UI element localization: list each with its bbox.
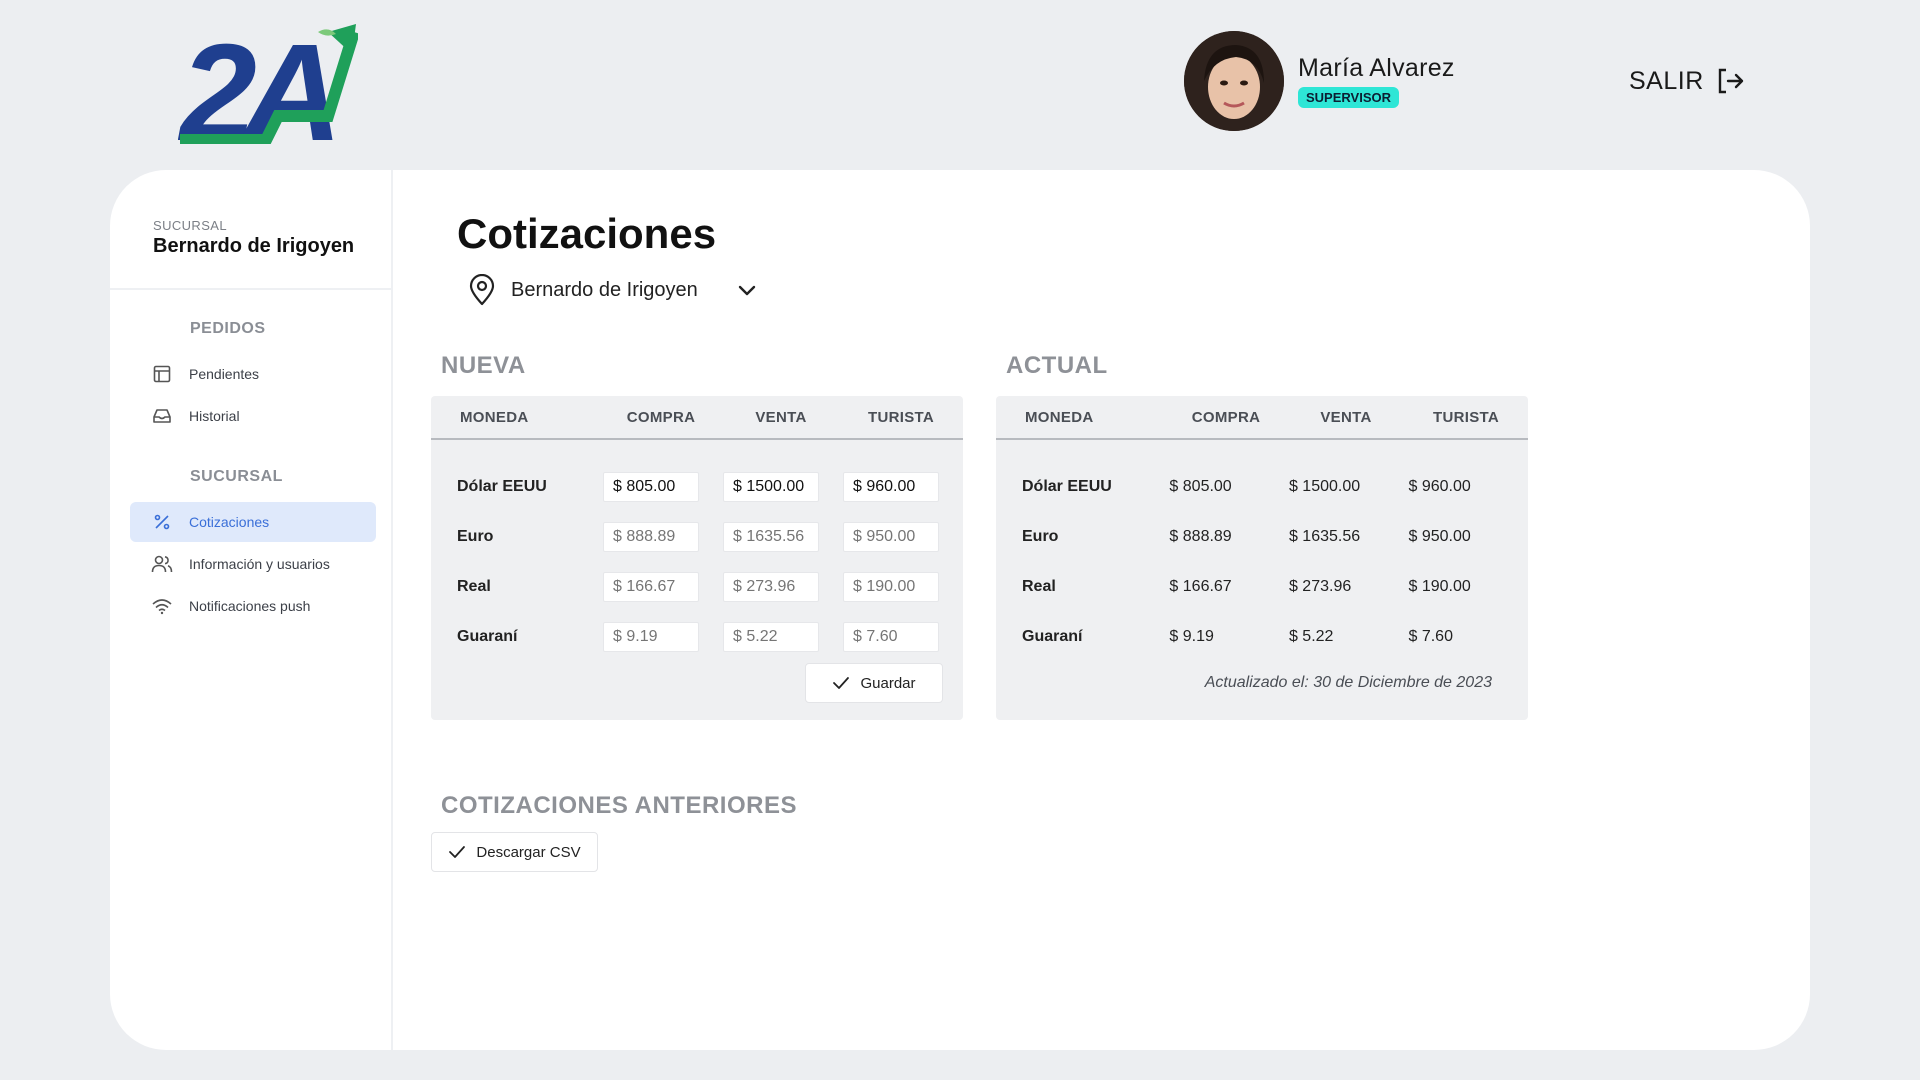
wifi-icon <box>151 595 173 617</box>
venta-input[interactable] <box>723 472 819 502</box>
currency-name: Euro <box>1022 528 1059 545</box>
turista-input[interactable] <box>843 522 939 552</box>
col-header-compra: COMPRA <box>626 408 696 426</box>
check-icon <box>833 677 850 689</box>
sidebar-item-label: Cotizaciones <box>189 514 270 530</box>
venta-value: $ 1635.56 <box>1288 528 1361 545</box>
compra-input[interactable] <box>603 472 699 502</box>
turista-value: $ 190.00 <box>1408 578 1471 595</box>
currency-name: Guaraní <box>457 628 518 645</box>
venta-input[interactable] <box>723 522 819 552</box>
chevron-down-icon <box>738 285 755 296</box>
currency-name: Dólar EEUU <box>457 478 547 495</box>
last-updated-text: Actualizado el: 30 de Diciembre de 2023 <box>1204 674 1492 691</box>
currency-name: Dólar EEUU <box>1022 478 1112 495</box>
venta-input[interactable] <box>723 622 819 652</box>
currency-name: Euro <box>457 528 494 545</box>
turista-input[interactable] <box>843 622 939 652</box>
compra-input[interactable] <box>603 522 699 552</box>
download-csv-button[interactable]: Descargar CSV <box>431 832 598 872</box>
venta-value: $ 1500.00 <box>1288 478 1361 495</box>
sidebar-item-cotizaciones[interactable]: Cotizaciones <box>130 502 376 542</box>
compra-value: $ 9.19 <box>1169 628 1214 645</box>
logout-icon <box>1718 68 1743 94</box>
section-title-pedidos: PEDIDOS <box>190 320 266 337</box>
svg-text:2A: 2A <box>178 22 333 144</box>
col-header-moneda: MONEDA <box>1025 408 1094 426</box>
table-row: Dólar EEUU $ 805.00 $ 1500.00 $ 960.00 <box>996 462 1528 512</box>
user-profile[interactable]: María Alvarez SUPERVISOR <box>1184 31 1455 131</box>
sidebar-item-informacion-usuarios[interactable]: Información y usuarios <box>130 544 376 584</box>
page-title: Cotizaciones <box>457 210 717 257</box>
venta-value: $ 273.96 <box>1288 578 1352 595</box>
nueva-title: NUEVA <box>441 352 526 379</box>
table-row: Real $ 166.67 $ 273.96 $ 190.00 <box>996 562 1528 612</box>
nueva-panel: MONEDA COMPRA VENTA TURISTA Dólar EEUU E… <box>431 396 963 720</box>
actual-table-header: MONEDA COMPRA VENTA TURISTA <box>996 396 1528 440</box>
compra-value: $ 888.89 <box>1169 528 1232 545</box>
percent-icon <box>151 511 173 533</box>
check-icon <box>449 846 466 858</box>
table-row: Real <box>431 562 963 612</box>
logout-button[interactable]: SALIR <box>1629 66 1746 96</box>
avatar <box>1184 31 1284 131</box>
turista-value: $ 950.00 <box>1408 528 1471 545</box>
turista-value: $ 7.60 <box>1408 628 1453 645</box>
compra-input[interactable] <box>603 622 699 652</box>
venta-value: $ 5.22 <box>1288 628 1334 645</box>
col-header-compra: COMPRA <box>1191 408 1261 426</box>
table-row: Euro <box>431 512 963 562</box>
currency-name: Guaraní <box>1022 628 1083 645</box>
save-button-label: Guardar <box>860 674 916 692</box>
sidebar-item-pendientes[interactable]: Pendientes <box>130 354 376 394</box>
sidebar: SUCURSAL Bernardo de Irigoyen PEDIDOS Pe… <box>110 170 393 1050</box>
sidebar-item-notificaciones-push[interactable]: Notificaciones push <box>130 586 376 626</box>
compra-input[interactable] <box>603 572 699 602</box>
sidebar-item-label: Información y usuarios <box>189 556 330 572</box>
sidebar-item-label: Notificaciones push <box>189 598 311 614</box>
actual-panel: MONEDA COMPRA VENTA TURISTA Dólar EEUU $… <box>996 396 1528 720</box>
sidebar-item-historial[interactable]: Historial <box>130 396 376 436</box>
col-header-turista: TURISTA <box>1433 408 1499 426</box>
turista-input[interactable] <box>843 572 939 602</box>
sidebar-item-label: Historial <box>189 408 240 424</box>
col-header-venta: VENTA <box>755 408 807 426</box>
layout-icon <box>151 363 173 385</box>
role-badge: SUPERVISOR <box>1298 87 1400 108</box>
table-row: Euro $ 888.89 $ 1635.56 $ 950.00 <box>996 512 1528 562</box>
user-name: María Alvarez <box>1298 54 1455 82</box>
main-card: SUCURSAL Bernardo de Irigoyen PEDIDOS Pe… <box>110 170 1810 1050</box>
table-row: Guaraní <box>431 612 963 662</box>
compra-value: $ 166.67 <box>1169 578 1232 595</box>
venta-input[interactable] <box>723 572 819 602</box>
branch-select-value: Bernardo de Irigoyen <box>511 278 698 301</box>
branch-caption: SUCURSAL <box>153 218 227 233</box>
col-header-moneda: MONEDA <box>460 408 529 426</box>
actual-title: ACTUAL <box>1006 352 1108 379</box>
location-pin-icon <box>469 274 495 306</box>
compra-value: $ 805.00 <box>1169 478 1232 495</box>
col-header-venta: VENTA <box>1320 408 1372 426</box>
save-button[interactable]: Guardar <box>805 663 943 703</box>
history-title: COTIZACIONES ANTERIORES <box>441 792 797 819</box>
logout-label: SALIR <box>1629 66 1704 95</box>
sidebar-branch-header: SUCURSAL Bernardo de Irigoyen <box>110 170 391 290</box>
branch-select[interactable]: Bernardo de Irigoyen <box>467 274 758 306</box>
table-row: Guaraní $ 9.19 $ 5.22 $ 7.60 <box>996 612 1528 662</box>
users-icon <box>151 553 173 575</box>
section-title-sucursal: SUCURSAL <box>190 468 283 485</box>
sidebar-item-label: Pendientes <box>189 366 260 382</box>
currency-name: Real <box>457 578 491 595</box>
nueva-table-header: MONEDA COMPRA VENTA TURISTA <box>431 396 963 440</box>
turista-value: $ 960.00 <box>1408 478 1471 495</box>
inbox-icon <box>151 405 173 427</box>
currency-name: Real <box>1022 578 1056 595</box>
brand-logo: 2A <box>177 16 360 170</box>
turista-input[interactable] <box>843 472 939 502</box>
table-row: Dólar EEUU <box>431 462 963 512</box>
col-header-turista: TURISTA <box>868 408 934 426</box>
download-csv-label: Descargar CSV <box>476 843 581 861</box>
branch-name: Bernardo de Irigoyen <box>153 235 355 257</box>
